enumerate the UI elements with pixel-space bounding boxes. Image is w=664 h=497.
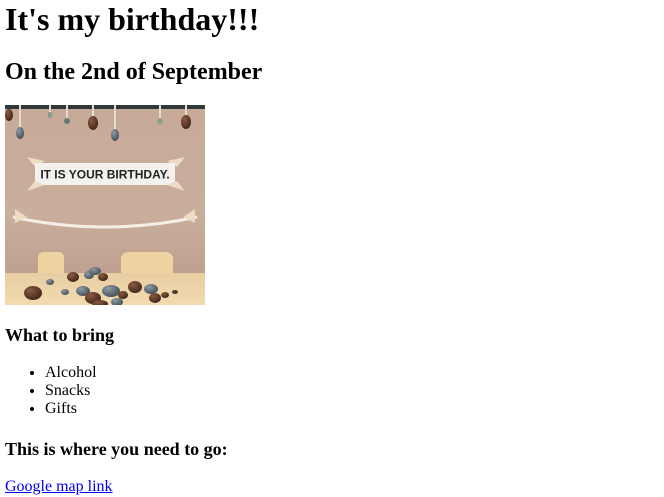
- banner-text: IT IS YOUR BIRTHDAY.: [40, 168, 169, 182]
- google-map-link[interactable]: Google map link: [5, 478, 113, 496]
- list-item: Gifts: [45, 400, 97, 418]
- what-to-bring-heading: What to bring: [5, 325, 115, 345]
- list-item: Snacks: [45, 382, 97, 400]
- bring-list: Alcohol Snacks Gifts: [5, 364, 97, 418]
- page-title: It's my birthday!!!: [5, 1, 260, 37]
- list-item: Alcohol: [45, 364, 97, 382]
- directions-heading: This is where you need to go:: [5, 439, 228, 459]
- page-subtitle: On the 2nd of September: [5, 59, 263, 85]
- birthday-image: IT IS YOUR BIRTHDAY.: [5, 105, 205, 305]
